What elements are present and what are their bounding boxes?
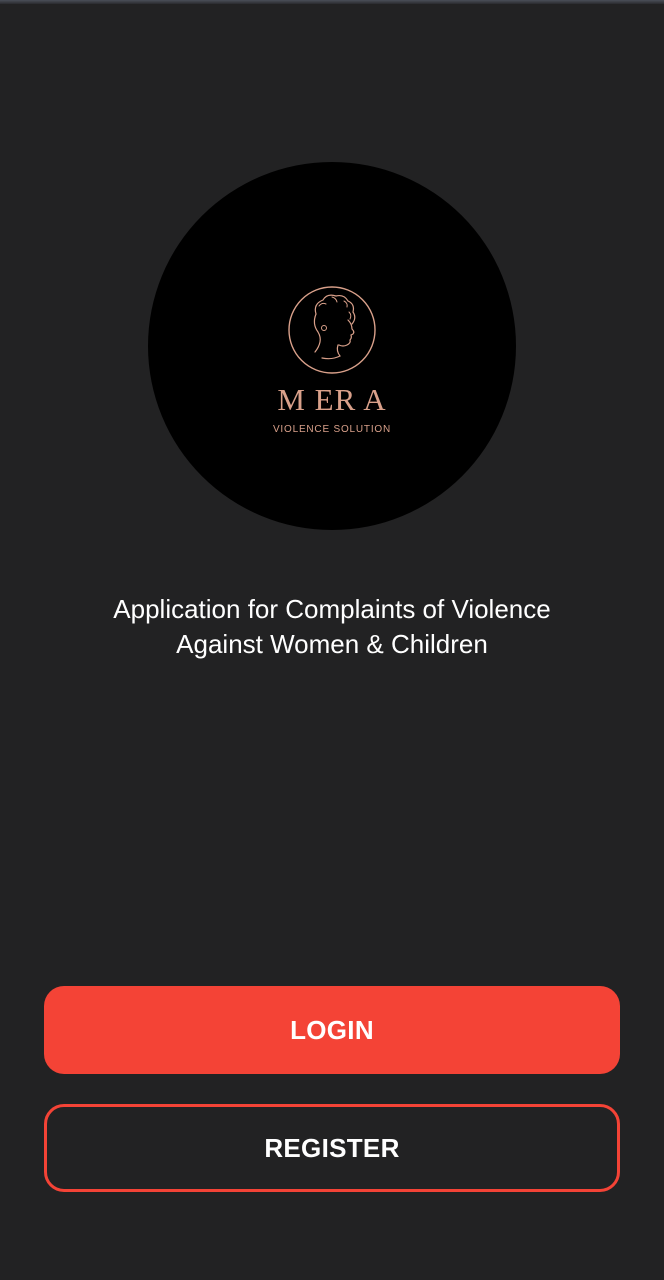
description-line-2: Against Women & Children (176, 629, 488, 659)
app-description: Application for Complaints of Violence A… (40, 592, 624, 662)
status-bar-edge (0, 0, 664, 4)
logo-brand-name: M ER A (277, 382, 387, 417)
description-line-1: Application for Complaints of Violence (113, 594, 551, 624)
logo-tagline: VIOLENCE SOLUTION (272, 424, 392, 435)
register-button[interactable]: REGISTER (44, 1104, 620, 1192)
woman-profile-icon (288, 286, 376, 374)
welcome-screen: M ER A VIOLENCE SOLUTION Application for… (0, 0, 664, 1280)
app-logo: M ER A VIOLENCE SOLUTION (148, 162, 516, 530)
login-button[interactable]: LOGIN (44, 986, 620, 1074)
